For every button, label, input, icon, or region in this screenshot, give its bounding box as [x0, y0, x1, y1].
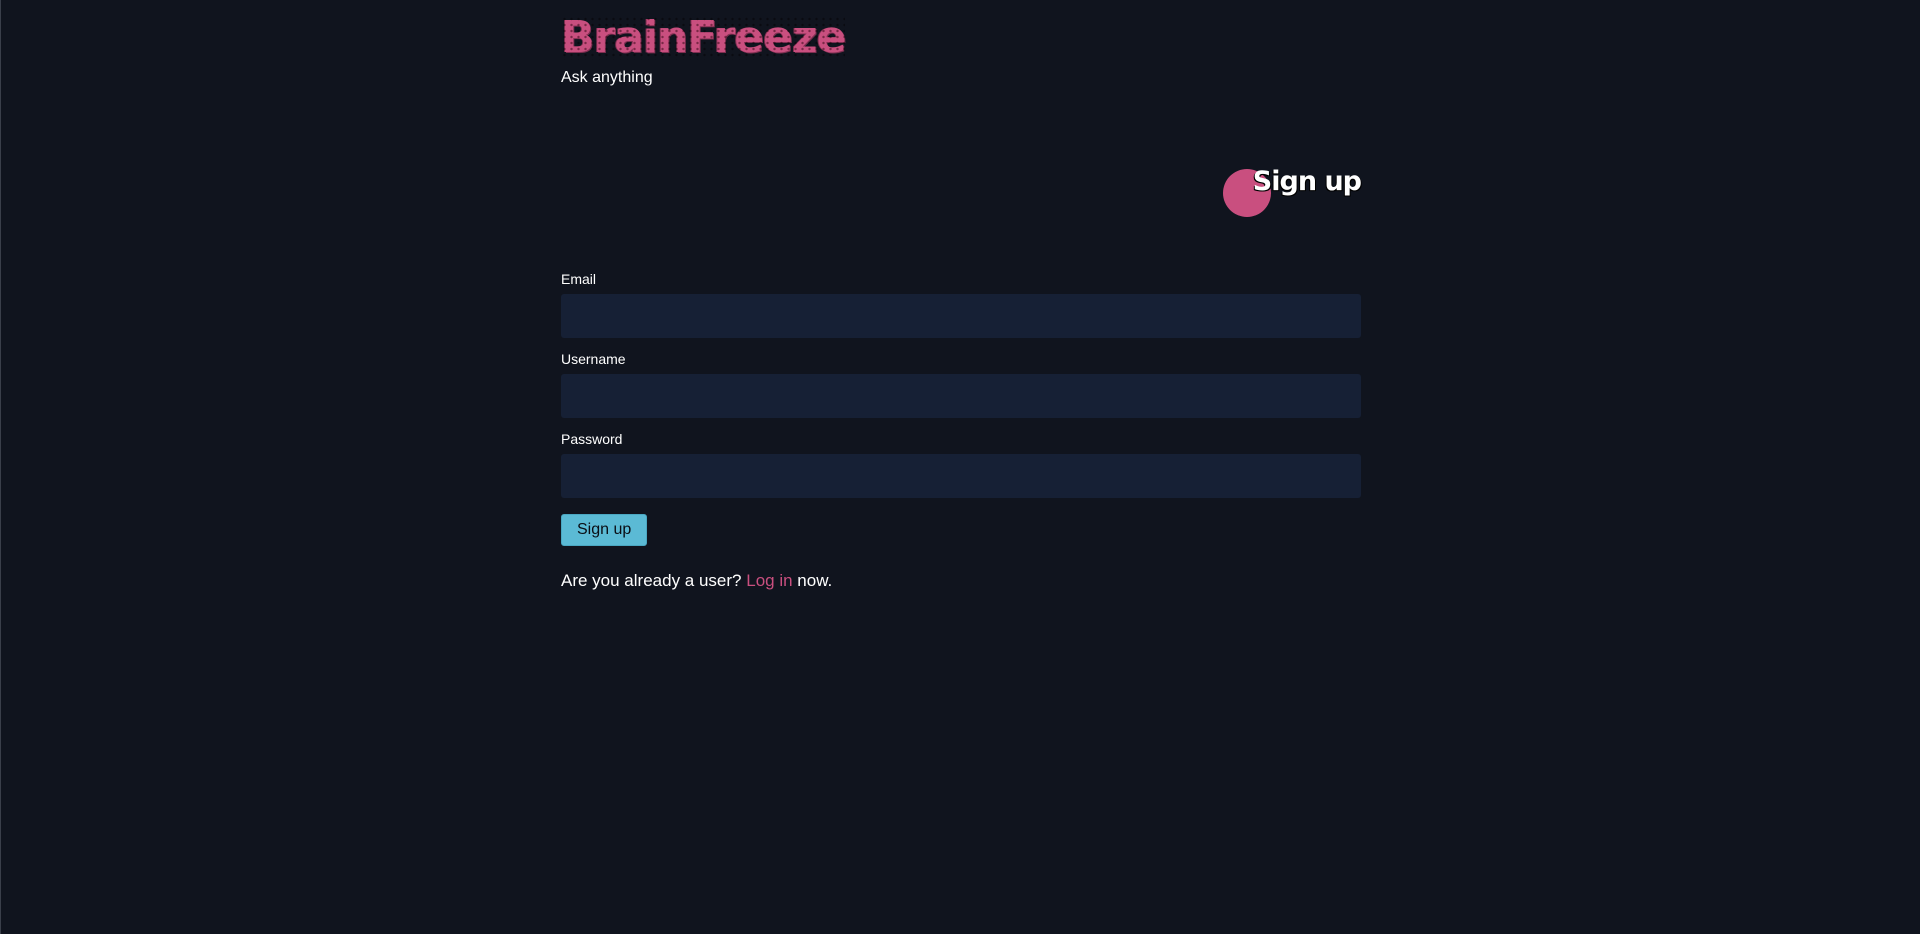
page-title: Sign up	[1252, 166, 1362, 197]
email-field[interactable]	[561, 294, 1361, 338]
login-prompt-text: Are you already a user?	[561, 571, 742, 590]
login-prompt: Are you already a user? Log in now.	[561, 571, 832, 591]
brand-logo[interactable]: BrainFreeze	[561, 16, 846, 60]
email-label: Email	[561, 271, 597, 287]
tagline: Ask anything	[561, 69, 653, 86]
username-field[interactable]	[561, 374, 1361, 418]
password-field[interactable]	[561, 454, 1361, 498]
login-prompt-suffix: now.	[797, 571, 833, 590]
signup-button[interactable]: Sign up	[561, 514, 648, 546]
password-label: Password	[561, 431, 623, 447]
login-link[interactable]: Log in	[746, 571, 792, 590]
signup-form: Email Username Password Sign up	[561, 270, 1361, 546]
username-label: Username	[561, 351, 626, 367]
brand-name: BrainFreeze	[561, 12, 846, 63]
page-title-block: Sign up	[1221, 166, 1362, 220]
